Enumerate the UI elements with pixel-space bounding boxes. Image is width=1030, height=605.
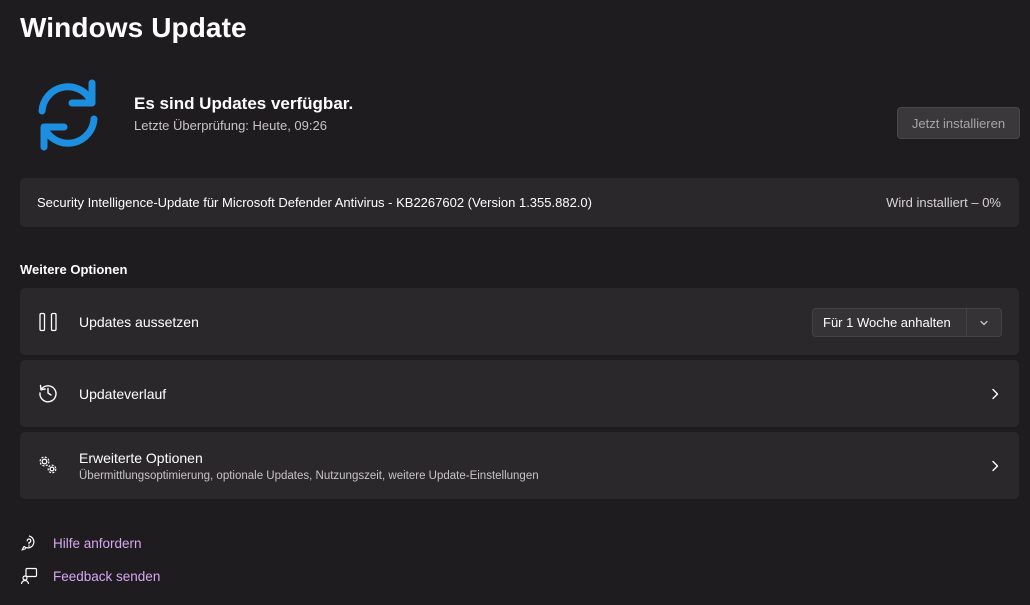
- pause-updates-label: Updates aussetzen: [79, 314, 199, 330]
- chevron-down-icon[interactable]: [967, 318, 1001, 328]
- update-status: Wird installiert – 0%: [886, 195, 1001, 210]
- history-icon: [39, 384, 57, 403]
- help-link-label[interactable]: Hilfe anfordern: [53, 536, 142, 551]
- update-history-card[interactable]: Updateverlauf: [20, 360, 1019, 427]
- pause-duration-dropdown[interactable]: Für 1 Woche anhalten: [812, 308, 1002, 337]
- pause-updates-card: Updates aussetzen Für 1 Woche anhalten: [20, 288, 1019, 355]
- advanced-options-card[interactable]: Erweiterte Optionen Übermittlungsoptimie…: [20, 432, 1019, 499]
- help-link[interactable]: Hilfe anfordern: [20, 534, 142, 552]
- update-history-label: Updateverlauf: [79, 386, 167, 402]
- feedback-link[interactable]: Feedback senden: [20, 567, 160, 585]
- advanced-options-description: Übermittlungsoptimierung, optionale Upda…: [79, 470, 539, 482]
- chevron-right-icon: [992, 460, 999, 472]
- pending-update-row: Security Intelligence-Update für Microso…: [20, 178, 1019, 227]
- last-check-text: Letzte Überprüfung: Heute, 09:26: [134, 118, 327, 133]
- pause-icon: [39, 312, 57, 332]
- update-name: Security Intelligence-Update für Microso…: [37, 195, 592, 210]
- page-title: Windows Update: [20, 12, 247, 43]
- advanced-options-label: Erweiterte Optionen: [79, 450, 203, 466]
- status-headline: Es sind Updates verfügbar.: [134, 94, 354, 113]
- feedback-link-label[interactable]: Feedback senden: [53, 569, 160, 584]
- chevron-right-icon: [992, 388, 999, 400]
- pause-duration-value: Für 1 Woche anhalten: [823, 315, 951, 330]
- sync-icon: [38, 79, 98, 151]
- gears-icon: [39, 456, 57, 474]
- feedback-icon: [20, 567, 38, 585]
- help-icon: [21, 535, 35, 551]
- section-title: Weitere Optionen: [20, 262, 128, 277]
- install-now-button[interactable]: Jetzt installieren: [897, 107, 1020, 139]
